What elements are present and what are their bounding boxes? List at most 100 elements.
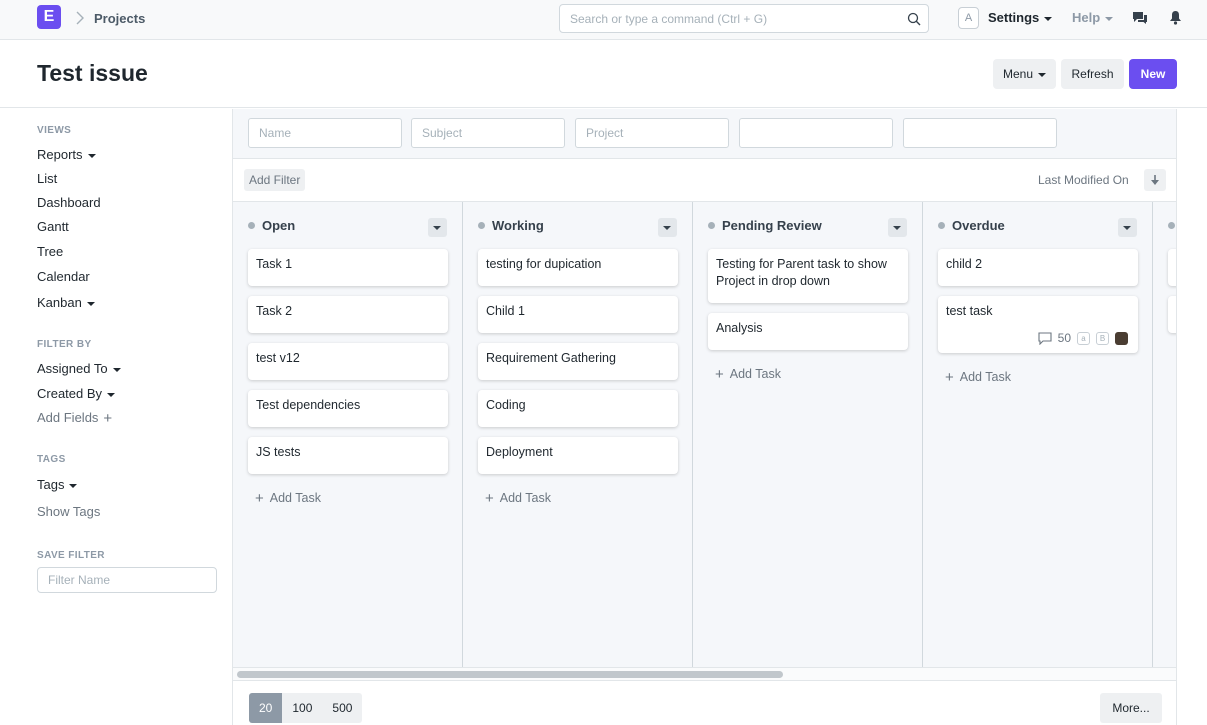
page-title: Test issue <box>37 60 148 86</box>
search-input[interactable] <box>560 5 890 32</box>
card-meta: 50 a B <box>1038 330 1128 347</box>
help-label: Help <box>1072 10 1101 25</box>
add-task-button[interactable]: + Add Task <box>715 366 781 383</box>
new-button[interactable]: New <box>1129 59 1177 89</box>
show-tags-link[interactable]: Show Tags <box>37 504 100 519</box>
column-menu-button[interactable] <box>1118 218 1137 237</box>
column-menu-button[interactable] <box>658 218 677 237</box>
save-filter-heading: SAVE FILTER <box>37 550 105 561</box>
awesome-bar[interactable] <box>559 4 929 33</box>
assigned-to-label: Assigned To <box>37 361 108 376</box>
caret-down-icon <box>86 301 95 306</box>
assignee-photo-avatar[interactable] <box>1115 332 1128 345</box>
caret-down-icon <box>69 483 78 488</box>
kanban-card[interactable]: Testing for Parent task to show Project … <box>708 249 908 303</box>
add-task-button[interactable]: + Add Task <box>255 490 321 507</box>
tags-dropdown[interactable]: Tags <box>37 477 78 492</box>
settings-label: Settings <box>988 10 1040 25</box>
column-menu-button[interactable] <box>888 218 907 237</box>
help-dropdown[interactable]: Help <box>1072 10 1114 25</box>
chevron-right-icon <box>76 11 84 25</box>
sidebar-item-label: Kanban <box>37 295 82 310</box>
page-size-100-button[interactable]: 100 <box>282 693 323 723</box>
page-size-20-button[interactable]: 20 <box>249 693 283 723</box>
sidebar-item-gantt[interactable]: Gantt <box>37 219 69 234</box>
app-logo[interactable]: E <box>37 5 61 29</box>
kanban-card[interactable]: Test dependencies <box>248 390 448 427</box>
kanban-card[interactable]: test task 50 a B <box>938 296 1138 353</box>
refresh-button[interactable]: Refresh <box>1061 59 1124 89</box>
main-panel: Add Filter Last Modified On Open Task 1 … <box>232 109 1177 725</box>
kanban-card[interactable]: Child 1 <box>478 296 678 333</box>
add-task-button[interactable]: + Add Task <box>945 369 1011 386</box>
plus-icon: + <box>485 490 494 507</box>
kanban-column-open: Open Task 1 Task 2 test v12 Test depende… <box>233 202 463 667</box>
user-avatar[interactable]: A <box>958 7 979 29</box>
bell-icon[interactable] <box>1169 10 1182 25</box>
column-title-label: Overdue <box>952 218 1005 233</box>
status-dot-icon <box>1168 222 1175 229</box>
menu-button[interactable]: Menu <box>993 59 1056 89</box>
add-task-button[interactable]: + Add Task <box>485 490 551 507</box>
sort-order-button[interactable] <box>1144 169 1166 191</box>
kanban-card[interactable] <box>1168 296 1176 333</box>
sort-selector[interactable]: Last Modified On <box>1038 173 1129 187</box>
assigned-to-filter[interactable]: Assigned To <box>37 361 121 376</box>
created-by-filter[interactable]: Created By <box>37 386 116 401</box>
horizontal-scrollbar[interactable] <box>233 667 1176 680</box>
name-filter-input[interactable] <box>248 118 402 148</box>
caret-down-icon <box>87 153 96 158</box>
kanban-card[interactable]: testing for dupication <box>478 249 678 286</box>
filter-input-5[interactable] <box>903 118 1057 148</box>
sidebar-item-list[interactable]: List <box>37 171 57 186</box>
status-dot-icon <box>938 222 945 229</box>
filter-input-4[interactable] <box>739 118 893 148</box>
page-header: Test issue Menu Refresh New <box>0 40 1207 108</box>
breadcrumb-projects[interactable]: Projects <box>94 11 145 26</box>
kanban-card[interactable]: Requirement Gathering <box>478 343 678 380</box>
column-title: Open <box>248 218 295 233</box>
sidebar-item-dashboard[interactable]: Dashboard <box>37 195 101 210</box>
status-dot-icon <box>248 222 255 229</box>
kanban-card[interactable]: Task 1 <box>248 249 448 286</box>
settings-dropdown[interactable]: Settings <box>988 10 1053 25</box>
sidebar: VIEWS Reports List Dashboard Gantt Tree … <box>0 109 232 725</box>
column-menu-button[interactable] <box>428 218 447 237</box>
more-button[interactable]: More... <box>1100 693 1162 723</box>
sidebar-item-kanban[interactable]: Kanban <box>37 295 95 310</box>
kanban-card[interactable]: Analysis <box>708 313 908 350</box>
filter-name-input[interactable] <box>37 567 217 593</box>
column-title-label: Pending Review <box>722 218 822 233</box>
sidebar-item-tree[interactable]: Tree <box>37 244 63 259</box>
add-task-label: Add Task <box>499 491 551 505</box>
navbar: E Projects A Settings Help <box>0 0 1207 40</box>
add-fields-button[interactable]: Add Fields + <box>37 410 112 427</box>
scrollbar-thumb[interactable] <box>237 671 783 678</box>
kanban-card[interactable]: JS tests <box>248 437 448 474</box>
kanban-card[interactable]: Coding <box>478 390 678 427</box>
assignee-avatar[interactable]: a <box>1077 332 1090 345</box>
chat-icon[interactable] <box>1132 10 1148 26</box>
add-task-label: Add Task <box>269 491 321 505</box>
paging-area: 20 100 500 More... <box>233 680 1176 725</box>
kanban-card[interactable]: Task 2 <box>248 296 448 333</box>
add-task-label: Add Task <box>729 367 781 381</box>
subject-filter-input[interactable] <box>411 118 565 148</box>
page-size-500-button[interactable]: 500 <box>322 693 363 723</box>
kanban-card[interactable] <box>1168 249 1176 286</box>
search-icon <box>907 12 921 26</box>
caret-down-icon <box>1105 16 1114 21</box>
add-filter-button[interactable]: Add Filter <box>244 169 306 191</box>
kanban-card[interactable]: Deployment <box>478 437 678 474</box>
sidebar-item-reports[interactable]: Reports <box>37 147 96 162</box>
plus-icon: + <box>945 369 954 386</box>
sidebar-item-calendar[interactable]: Calendar <box>37 269 90 284</box>
kanban-card[interactable]: test v12 <box>248 343 448 380</box>
kanban-column-pending-review: Pending Review Testing for Parent task t… <box>693 202 923 667</box>
tags-heading: TAGS <box>37 454 66 465</box>
project-filter-input[interactable] <box>575 118 729 148</box>
kanban-card[interactable]: child 2 <box>938 249 1138 286</box>
assignee-avatar[interactable]: B <box>1096 332 1109 345</box>
comment-icon <box>1038 332 1052 345</box>
list-toolbar: Add Filter Last Modified On <box>233 159 1176 202</box>
